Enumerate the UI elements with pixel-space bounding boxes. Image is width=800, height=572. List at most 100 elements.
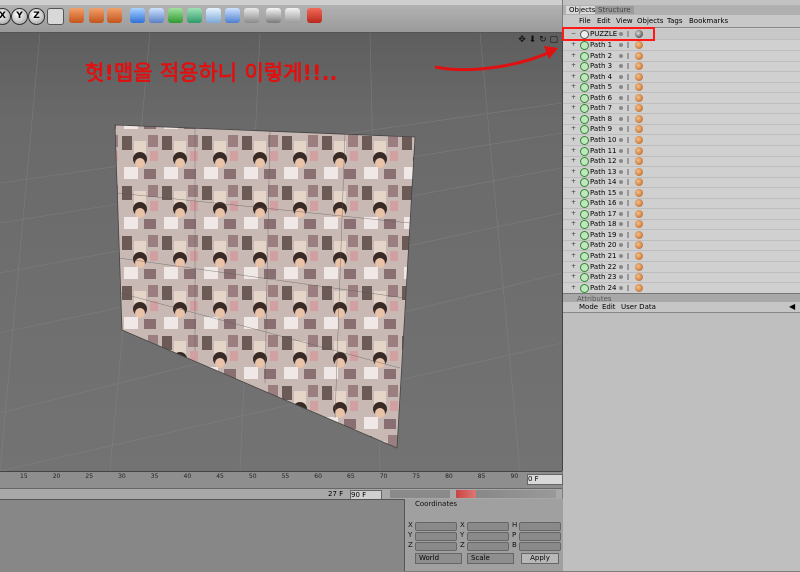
pointer-icon[interactable] [266,8,281,23]
pos-z-field[interactable] [415,542,457,551]
material-tag-icon[interactable] [635,188,643,197]
list-item[interactable]: + Path 17 [563,209,800,220]
pos-y-field[interactable] [415,532,457,541]
enable-check-icon[interactable] [627,94,629,101]
object-list[interactable]: − PUZZLE + Path 1 + Path 2 + Path 3 + Path 4 + Pa… [563,28,800,294]
visibility-dot-icon[interactable] [619,222,623,227]
back-arrow-icon[interactable]: ◀ [789,302,795,311]
expand-icon[interactable]: + [571,115,577,122]
scene-icon[interactable] [225,8,240,23]
enable-check-icon[interactable] [627,210,629,217]
expand-icon[interactable]: + [571,94,577,101]
pos-x-field[interactable] [415,522,457,531]
space-select[interactable]: World [415,553,462,564]
axis-z-icon[interactable]: Z [28,8,45,25]
spline-pen-icon[interactable] [149,8,164,23]
material-tag-icon[interactable] [635,72,643,81]
material-tag-icon[interactable] [635,273,643,282]
list-item[interactable]: + Path 1 [563,40,800,51]
expand-icon[interactable]: + [571,242,577,248]
enable-check-icon[interactable] [627,284,629,291]
list-item[interactable]: + Path 6 [563,93,800,104]
list-item[interactable]: + Path 13 [563,167,800,178]
material-tag-icon[interactable] [635,262,643,271]
expand-icon[interactable]: + [571,231,577,238]
visibility-dot-icon[interactable] [619,106,623,111]
material-tag-icon[interactable] [635,199,643,208]
expand-icon[interactable]: + [571,263,577,270]
size-y-field[interactable] [467,532,509,541]
visibility-dot-icon[interactable] [619,180,623,185]
tab-structure[interactable]: Structure [595,6,634,14]
size-x-field[interactable] [467,522,509,531]
enable-check-icon[interactable] [627,200,629,207]
array-icon[interactable] [187,8,202,23]
key-record-buttons[interactable] [456,490,556,498]
expand-icon[interactable]: + [571,189,577,196]
visibility-dot-icon[interactable] [619,127,623,132]
record-icon[interactable] [307,8,322,23]
enable-check-icon[interactable] [627,253,629,259]
enable-check-icon[interactable] [627,136,629,143]
material-tag-icon[interactable] [635,230,643,239]
expand-icon[interactable]: + [571,210,577,217]
material-tag-icon[interactable] [635,104,643,113]
range-field[interactable]: 27 F [328,490,343,498]
material-tag-icon[interactable] [635,51,643,60]
visibility-dot-icon[interactable] [619,159,623,164]
visibility-dot-icon[interactable] [619,285,623,290]
enable-check-icon[interactable] [627,147,629,154]
list-item[interactable]: + Path 2 [563,51,800,62]
enable-check-icon[interactable] [627,126,629,133]
render-picture-icon[interactable] [89,8,104,23]
cube-icon[interactable] [130,8,145,23]
expand-icon[interactable]: + [571,179,577,185]
expand-icon[interactable]: + [571,200,577,206]
visibility-dot-icon[interactable] [619,85,623,90]
visibility-dot-icon[interactable] [619,169,623,174]
list-item[interactable]: + Path 14 [563,177,800,189]
enable-check-icon[interactable] [627,42,629,48]
size-z-field[interactable] [467,542,509,551]
rot-b-field[interactable] [519,542,561,551]
list-item[interactable]: + Path 10 [563,135,800,146]
list-item[interactable]: + Path 23 [563,272,800,284]
menu-bookmarks[interactable]: Bookmarks [689,17,728,25]
expand-icon[interactable]: + [571,52,577,59]
enable-check-icon[interactable] [627,52,629,59]
list-item[interactable]: + Path 18 [563,219,800,231]
layout-icon[interactable] [285,8,300,23]
expand-icon[interactable]: + [571,126,577,132]
list-item[interactable]: + Path 11 [563,146,800,157]
axis-x-icon[interactable]: X [0,8,11,25]
visibility-dot-icon[interactable] [619,95,623,100]
visibility-dot-icon[interactable] [619,232,623,237]
expand-icon[interactable]: + [571,158,577,164]
list-item[interactable]: + Path 20 [563,240,800,252]
visibility-dot-icon[interactable] [619,211,623,216]
enable-check-icon[interactable] [627,115,629,122]
visibility-dot-icon[interactable] [619,43,623,47]
enable-check-icon[interactable] [627,158,629,165]
material-tag-icon[interactable] [635,62,643,71]
rot-h-field[interactable] [519,522,561,531]
visibility-dot-icon[interactable] [619,116,623,121]
nurbs-icon[interactable] [168,8,183,23]
expand-icon[interactable]: + [571,73,577,80]
material-tag-icon[interactable] [635,209,643,218]
material-tag-icon[interactable] [635,178,643,187]
visibility-dot-icon[interactable] [619,243,623,248]
expand-icon[interactable]: + [571,63,577,69]
material-tag-icon[interactable] [635,114,643,123]
expand-icon[interactable]: + [571,221,577,227]
material-tag-icon[interactable] [635,220,643,229]
render-view-icon[interactable] [69,8,84,23]
material-tag-icon[interactable] [635,93,643,102]
menu-tags[interactable]: Tags [667,17,683,25]
apply-button[interactable]: Apply [521,553,559,564]
render-settings-icon[interactable] [107,8,122,23]
list-item[interactable]: + Path 9 [563,124,800,136]
list-item[interactable]: + Path 3 [563,61,800,73]
visibility-dot-icon[interactable] [619,64,623,69]
enable-check-icon[interactable] [627,168,629,175]
